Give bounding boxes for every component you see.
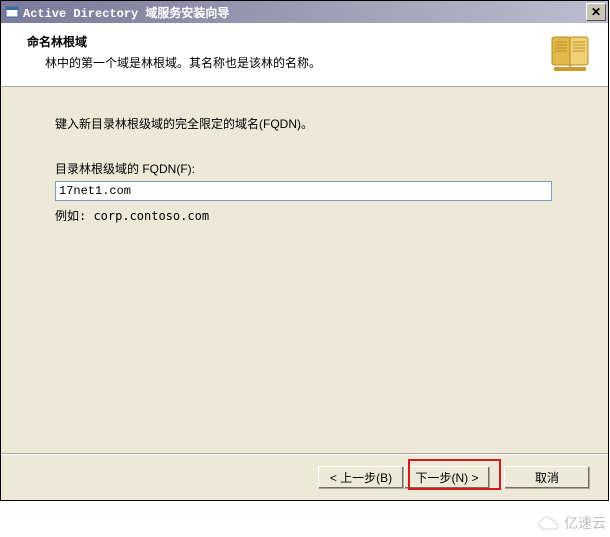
titlebar: Active Directory 域服务安装向导 ✕ (1, 1, 608, 23)
fqdn-label: 目录林根级域的 FQDN(F): (55, 160, 552, 177)
wizard-content: 键入新目录林根级域的完全限定的域名(FQDN)。 目录林根级域的 FQDN(F)… (1, 87, 608, 454)
close-button[interactable]: ✕ (586, 3, 606, 21)
app-icon (5, 5, 19, 19)
cancel-button[interactable]: 取消 (504, 466, 590, 489)
instruction-text: 键入新目录林根级域的完全限定的域名(FQDN)。 (55, 115, 552, 132)
button-row: < 上一步(B) 下一步(N) > 取消 (1, 454, 608, 500)
wizard-header: 命名林根域 林中的第一个域是林根域。其名称也是该林的名称。 (1, 23, 608, 87)
book-icon (548, 31, 592, 75)
fqdn-example: 例如: corp.contoso.com (55, 207, 552, 224)
window-title: Active Directory 域服务安装向导 (23, 4, 582, 21)
watermark-text: 亿速云 (564, 513, 606, 533)
wizard-window: Active Directory 域服务安装向导 ✕ 命名林根域 林中的第一个域… (0, 0, 609, 501)
cloud-icon (536, 515, 560, 531)
page-title: 命名林根域 (27, 33, 592, 50)
page-subtitle: 林中的第一个域是林根域。其名称也是该林的名称。 (27, 54, 592, 71)
next-button[interactable]: 下一步(N) > (404, 466, 490, 489)
fqdn-input[interactable] (55, 181, 552, 201)
watermark: 亿速云 (536, 513, 606, 533)
close-icon: ✕ (591, 5, 601, 19)
back-button[interactable]: < 上一步(B) (318, 466, 404, 489)
